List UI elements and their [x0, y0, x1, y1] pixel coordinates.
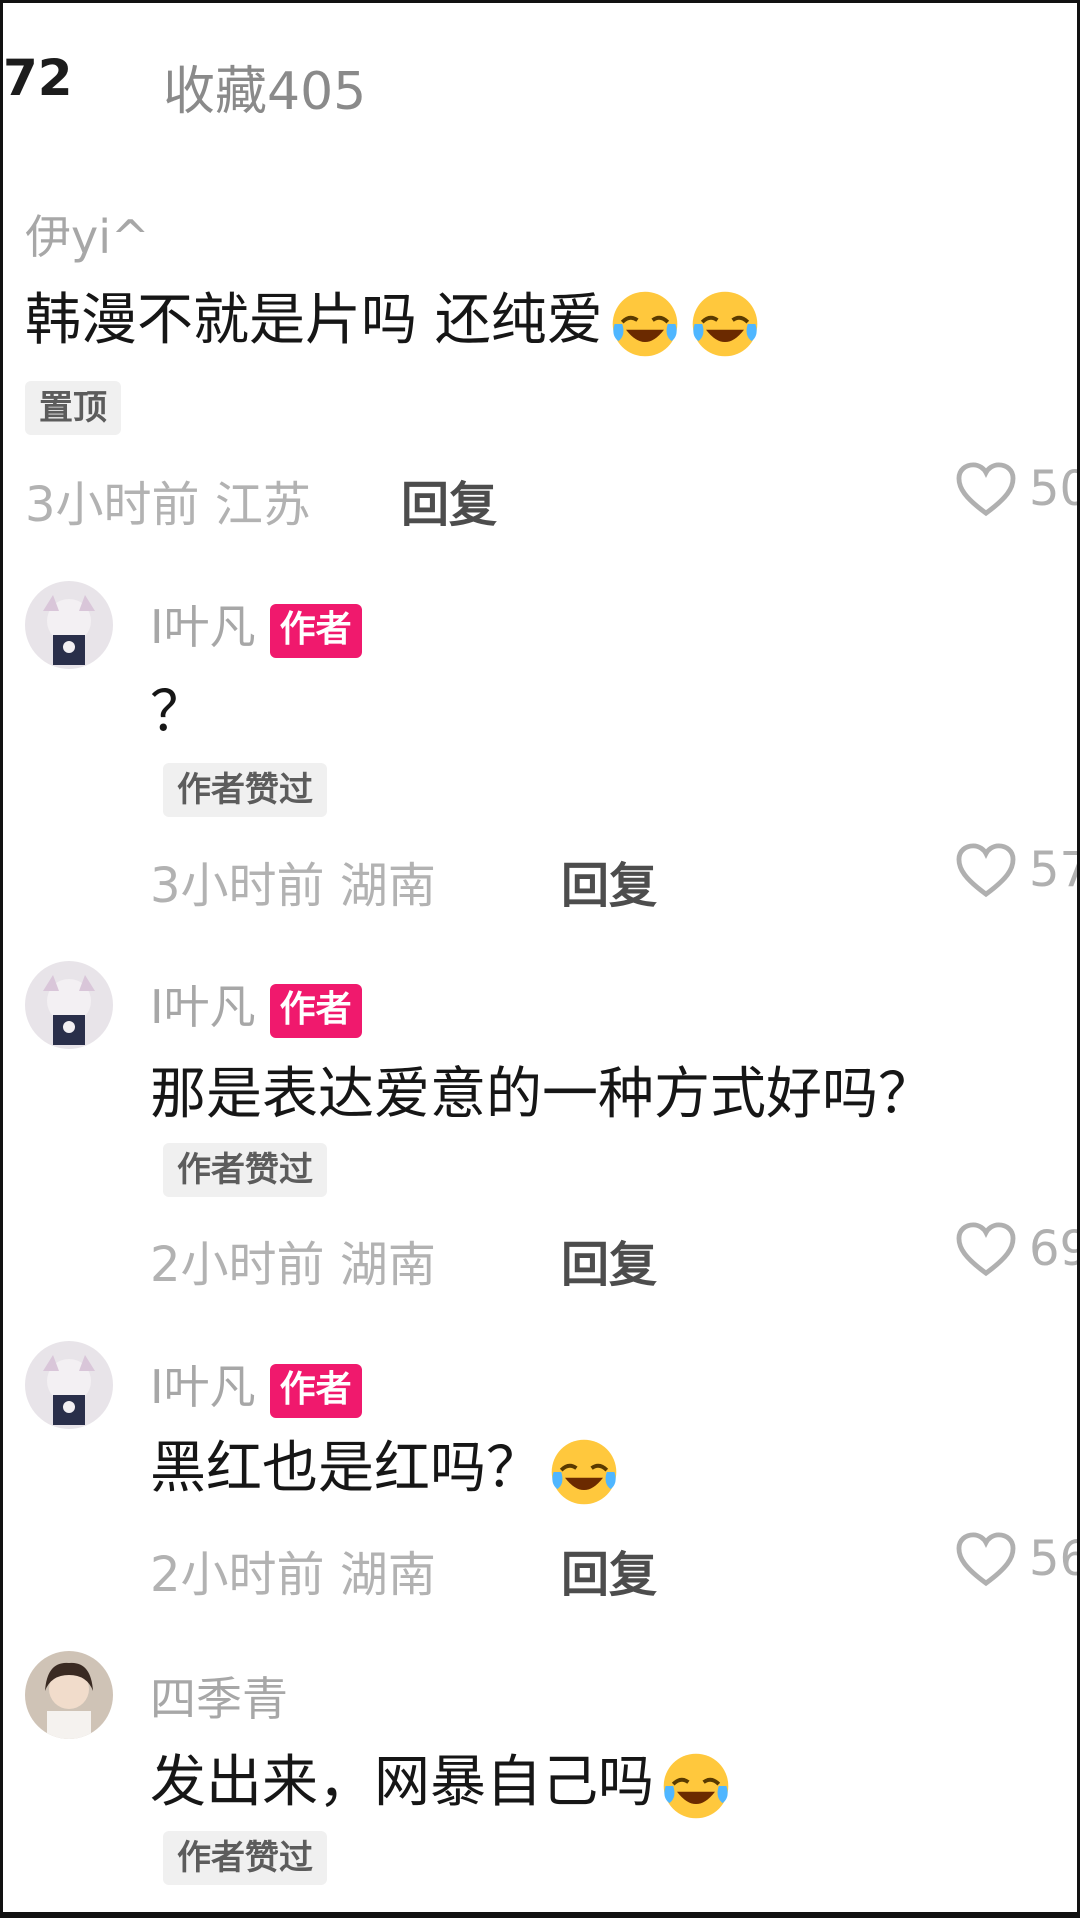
tab-previous-count[interactable]: 72: [3, 49, 73, 107]
tab-bar: 72 收藏405: [3, 41, 1077, 124]
comment-time: 3小时前: [25, 477, 200, 533]
author-name: I叶凡: [150, 980, 256, 1034]
author-badge: 作者: [269, 1363, 362, 1418]
comment-text: ？: [150, 680, 206, 745]
author-badge: 作者: [269, 603, 362, 658]
comment-location: 湖南: [339, 1237, 436, 1293]
tab-favorites-count: 405: [267, 62, 367, 122]
comment-text-content: 发出来，网暴自己吗: [150, 1750, 654, 1815]
author-name: I叶凡: [150, 600, 256, 654]
comment-time-location: 2小时前 湖南: [150, 1535, 436, 1605]
crying-laughing-emoji-icon: [692, 291, 758, 357]
comment-time-location: 3小时前 江苏: [25, 465, 311, 535]
pinned-tag: 置顶: [25, 381, 121, 435]
comment-text: 韩漫不就是片吗 还纯爱: [25, 275, 763, 362]
like-count: 69: [1029, 1221, 1077, 1277]
comment-text-content: 韩漫不就是片吗 还纯爱: [25, 288, 603, 353]
avatar[interactable]: [25, 581, 113, 669]
comment-author[interactable]: 伊yi^: [25, 201, 150, 267]
comment-text: 那是表达爱意的一种方式好吗？: [150, 1062, 934, 1127]
comment-time: 2小时前: [150, 1237, 325, 1293]
comment-location: 湖南: [339, 858, 436, 914]
reply-button[interactable]: 回复: [561, 1535, 657, 1605]
comment-text: 发出来，网暴自己吗: [150, 1737, 734, 1824]
reply-button[interactable]: 回复: [401, 465, 497, 535]
tab-favorites[interactable]: 收藏405: [163, 49, 366, 124]
crying-laughing-emoji-icon: [612, 291, 678, 357]
comment-time: 2小时前: [150, 1547, 325, 1603]
comment-text-content: 黑红也是红吗？: [150, 1436, 542, 1501]
author-badge: 作者: [269, 983, 362, 1038]
crying-laughing-emoji-icon: [663, 1753, 729, 1819]
avatar[interactable]: [25, 1651, 113, 1739]
comment-author[interactable]: 四季青: [150, 1663, 288, 1729]
reply-button[interactable]: 回复: [561, 846, 657, 916]
like-button[interactable]: 50: [955, 461, 1077, 517]
comment-location: 江苏: [214, 477, 311, 533]
comment-location: 湖南: [339, 1547, 436, 1603]
like-count: 57: [1029, 842, 1077, 898]
avatar[interactable]: [25, 961, 113, 1049]
avatar[interactable]: [25, 1341, 113, 1429]
author-liked-tag: 作者赞过: [163, 763, 327, 817]
heart-icon: [956, 843, 1016, 898]
like-count: 50: [1029, 461, 1077, 517]
reply-button[interactable]: 回复: [561, 1225, 657, 1295]
comment-author[interactable]: I叶凡 作者: [150, 591, 362, 658]
author-name: I叶凡: [150, 1360, 256, 1414]
comment-author[interactable]: I叶凡 作者: [150, 971, 362, 1038]
comment-author[interactable]: I叶凡 作者: [150, 1351, 362, 1418]
heart-icon: [956, 462, 1016, 517]
comment-time-location: 3小时前 湖南: [150, 846, 436, 916]
heart-icon: [956, 1222, 1016, 1277]
like-count: 56: [1029, 1531, 1077, 1587]
like-button[interactable]: 56: [955, 1531, 1077, 1587]
comment-text: 黑红也是红吗？: [150, 1423, 622, 1510]
like-button[interactable]: 69: [955, 1221, 1077, 1277]
author-liked-tag: 作者赞过: [163, 1143, 327, 1197]
comment-time-location: 2小时前 湖南: [150, 1225, 436, 1295]
author-liked-tag: 作者赞过: [163, 1831, 327, 1885]
comment-panel: 72 收藏405 伊yi^ 韩漫不就是片吗 还纯爱 置顶 3小时前 江苏 回复 …: [0, 0, 1080, 1918]
heart-icon: [956, 1532, 1016, 1587]
tab-favorites-label: 收藏: [163, 62, 268, 122]
crying-laughing-emoji-icon: [551, 1439, 617, 1505]
comment-time: 3小时前: [150, 858, 325, 914]
like-button[interactable]: 57: [955, 842, 1077, 898]
